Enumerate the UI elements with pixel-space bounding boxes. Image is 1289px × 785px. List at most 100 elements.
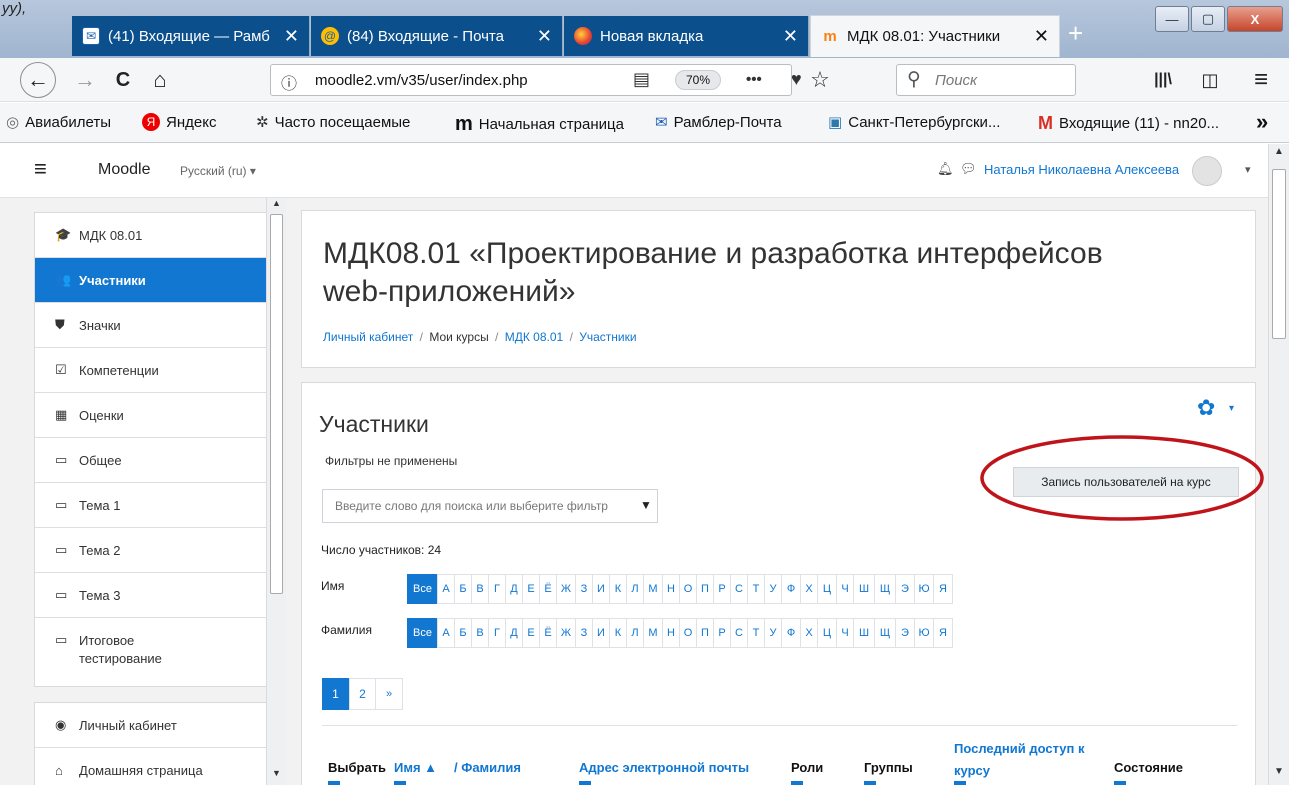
user-name[interactable]: Наталья Николаевна Алексеева [984,162,1179,177]
first-initial-letter[interactable]: Х [800,574,818,604]
sidebar-item-grades[interactable]: ▦ Оценки [35,393,272,438]
sidebar-item-course[interactable]: 🎓 МДК 08.01 [35,213,272,258]
last-initial-letter[interactable]: Т [747,618,765,648]
last-initial-all[interactable]: Все [407,618,438,648]
search-input[interactable]: ⚲ Поиск [896,64,1076,96]
first-initial-letter[interactable]: Ф [781,574,801,604]
filter-search-input[interactable]: Введите слово для поиска или выберите фи… [322,489,658,523]
last-access-column-header[interactable]: Последний доступ к курсу [954,738,1085,782]
last-initial-letter[interactable]: Ж [556,618,576,648]
last-initial-letter[interactable]: К [609,618,627,648]
sidebar-item-topic-1[interactable]: ▭ Тема 1 [35,483,272,528]
first-initial-letter[interactable]: А [437,574,455,604]
scroll-down-arrow[interactable]: ▼ [1274,766,1284,777]
drawer-toggle-icon[interactable]: ≡ [34,156,47,182]
first-initial-letter[interactable]: С [730,574,748,604]
page-actions-icon[interactable]: ••• [746,71,762,88]
scroll-up-arrow[interactable]: ▲ [272,198,281,208]
first-initial-letter[interactable]: Ж [556,574,576,604]
last-initial-letter[interactable]: Р [713,618,731,648]
first-initial-letter[interactable]: Г [488,574,506,604]
last-initial-letter[interactable]: М [643,618,663,648]
last-initial-letter[interactable]: Г [488,618,506,648]
first-initial-letter[interactable]: Б [454,574,472,604]
chat-icon[interactable]: 💬︎ [960,161,977,177]
first-initial-letter[interactable]: О [679,574,697,604]
first-initial-letter[interactable]: Ш [853,574,875,604]
info-icon[interactable]: ⓘ [281,70,297,94]
close-window-button[interactable]: X [1227,6,1283,32]
sidebar-item-home[interactable]: ⌂ Домашняя страница [35,748,272,785]
last-initial-letter[interactable]: Я [933,618,953,648]
bookmark-yandex[interactable]: Я Яндекс [142,113,216,131]
last-initial-letter[interactable]: Б [454,618,472,648]
first-initial-letter[interactable]: Ч [836,574,854,604]
breadcrumb-participants[interactable]: Участники [579,330,636,344]
sidebar-item-topic-3[interactable]: ▭ Тема 3 [35,573,272,618]
first-initial-letter[interactable]: Ю [914,574,934,604]
avatar[interactable] [1192,156,1222,186]
last-initial-letter[interactable]: И [592,618,610,648]
dropdown-arrow-icon[interactable]: ▼ [640,498,652,512]
last-initial-letter[interactable]: У [764,618,782,648]
last-initial-letter[interactable]: О [679,618,697,648]
breadcrumb-course[interactable]: МДК 08.01 [505,330,563,344]
first-initial-letter[interactable]: Р [713,574,731,604]
sidebar-item-badges[interactable]: ⛊ Значки [35,303,272,348]
sidebar-toggle-icon[interactable]: ◫ [1195,64,1225,96]
first-initial-letter[interactable]: П [696,574,714,604]
last-initial-letter[interactable]: Э [895,618,915,648]
last-initial-letter[interactable]: Щ [874,618,896,648]
last-initial-letter[interactable]: Ю [914,618,934,648]
email-column-header[interactable]: Адрес электронной почты [579,760,749,775]
drawer-scrollbar[interactable]: ▲ ▼ [266,198,286,785]
bookmark-start-page[interactable]: m Начальная страница [455,113,624,136]
first-initial-all[interactable]: Все [407,574,438,604]
reader-view-icon[interactable]: ▤ [633,69,650,90]
last-initial-letter[interactable]: Н [662,618,680,648]
scrollbar-thumb[interactable] [270,214,283,594]
first-initial-letter[interactable]: В [471,574,489,604]
sidebar-item-competencies[interactable]: ☑ Компетенции [35,348,272,393]
bookmark-aviabilety[interactable]: ◎ Авиабилеты [6,113,111,132]
back-button[interactable]: ← [20,62,56,98]
sidebar-item-dashboard[interactable]: ◉ Личный кабинет [35,703,272,748]
last-initial-letter[interactable]: С [730,618,748,648]
close-icon[interactable]: ✕ [1034,26,1049,47]
first-initial-letter[interactable]: Ё [539,574,557,604]
tab-rambler-inbox[interactable]: ✉ (41) Входящие — Рамб ✕ [72,16,310,56]
last-initial-letter[interactable]: Ц [817,618,837,648]
first-initial-letter[interactable]: И [592,574,610,604]
scrollbar-thumb[interactable] [1272,169,1286,339]
last-initial-letter[interactable]: Д [505,618,523,648]
menu-icon[interactable]: ≡ [1246,64,1276,96]
new-tab-button[interactable]: + [1068,18,1083,49]
bookmark-rambler-mail[interactable]: ✉ Рамблер-Почта [655,113,782,132]
last-initial-letter[interactable]: Л [626,618,644,648]
chevron-down-icon[interactable]: ▾ [1229,403,1234,414]
last-initial-letter[interactable]: Ё [539,618,557,648]
bookmark-most-visited[interactable]: ✲ Часто посещаемые [256,113,410,132]
last-initial-letter[interactable]: Е [522,618,540,648]
scroll-down-arrow[interactable]: ▼ [272,768,281,778]
last-initial-letter[interactable]: А [437,618,455,648]
minimize-button[interactable]: — [1155,6,1189,32]
last-initial-letter[interactable]: Ш [853,618,875,648]
forward-button[interactable]: → [70,64,100,96]
first-initial-letter[interactable]: Л [626,574,644,604]
language-menu[interactable]: Русский (ru) ▾ [180,164,256,178]
sidebar-item-general[interactable]: ▭ Общее [35,438,272,483]
tab-moodle-participants[interactable]: m МДК 08.01: Участники ✕ [810,15,1060,57]
sidebar-item-topic-2[interactable]: ▭ Тема 2 [35,528,272,573]
sidebar-item-participants[interactable]: 👥 Участники [35,258,272,303]
first-initial-letter[interactable]: Е [522,574,540,604]
first-initial-letter[interactable]: Щ [874,574,896,604]
bookmark-gmail[interactable]: M Входящие (11) - nn20... [1038,113,1219,134]
sidebar-item-final-test[interactable]: ▭ Итоговое тестирование [35,618,272,688]
first-name-column-header[interactable]: Имя ▲ [394,760,437,775]
first-initial-letter[interactable]: К [609,574,627,604]
first-initial-letter[interactable]: У [764,574,782,604]
last-initial-letter[interactable]: П [696,618,714,648]
scroll-up-arrow[interactable]: ▲ [1274,146,1284,157]
first-initial-letter[interactable]: Д [505,574,523,604]
